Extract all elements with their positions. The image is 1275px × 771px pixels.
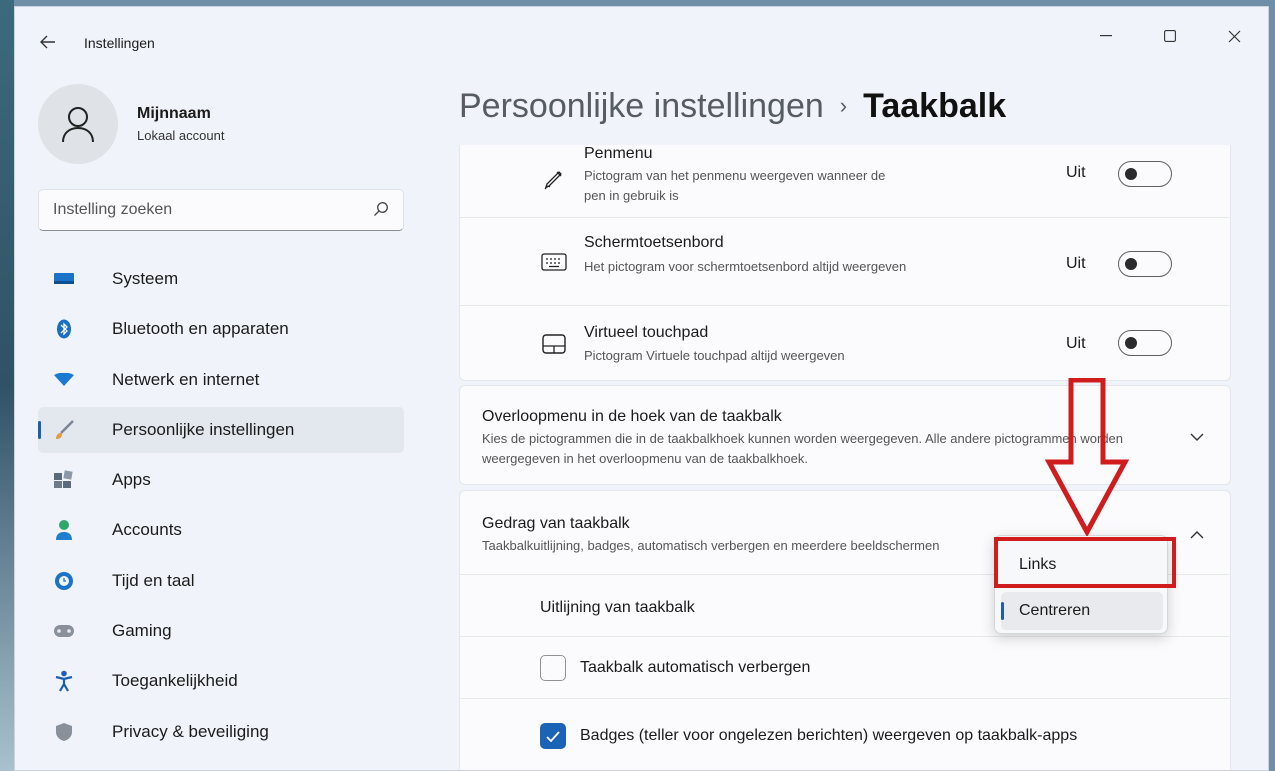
sidebar-item-label: Gaming [112, 621, 172, 641]
breadcrumb: Persoonlijke instellingen › Taakbalk [459, 87, 1006, 126]
sidebar-item-label: Privacy & beveiliging [112, 721, 269, 741]
bluetooth-icon [53, 318, 75, 340]
sidebar-item-gaming[interactable]: Gaming [38, 608, 404, 654]
virtueel-touchpad-toggle[interactable] [1118, 330, 1172, 356]
sidebar-item-label: Systeem [112, 269, 179, 288]
sidebar-item-systeem[interactable]: Systeem [38, 256, 404, 302]
sidebar-item-persoonlijke-instellingen[interactable]: Persoonlijke instellingen [38, 406, 404, 453]
breadcrumb-separator: › [839, 93, 848, 118]
sidebar-item-label: Netwerk en internet [112, 369, 260, 389]
paintbrush-icon [53, 419, 75, 441]
search-box[interactable] [38, 189, 404, 231]
app-title: Instellingen [84, 35, 155, 51]
section-title: Overloopmenu in de hoek van de taakbalk [482, 408, 782, 425]
minimize-button[interactable] [1086, 21, 1126, 51]
checkmark-icon [546, 730, 560, 742]
chevron-down-icon[interactable] [1188, 428, 1206, 446]
badges-checkbox[interactable] [540, 723, 566, 749]
keyboard-icon [540, 250, 568, 274]
selection-indicator [38, 420, 41, 439]
minimize-icon [1100, 35, 1112, 37]
settings-window: Instellingen Mijnnaam Lokaal account Sys… [14, 6, 1269, 771]
annotation-arrow-icon [1045, 378, 1129, 536]
row-title: Virtueel touchpad [584, 324, 709, 341]
maximize-icon [1164, 30, 1176, 42]
touchpad-icon [540, 332, 568, 356]
gamepad-icon [53, 620, 75, 642]
setting-row-penmenu: Penmenu Pictogram van het penmenu weerge… [459, 145, 1231, 217]
maximize-button[interactable] [1150, 21, 1190, 51]
row-description: Het pictogram voor schermtoetsenbord alt… [584, 259, 907, 274]
setting-row-virtueel-touchpad: Virtueel touchpad Pictogram Virtuele tou… [459, 305, 1231, 381]
clock-globe-icon [53, 570, 75, 592]
penmenu-toggle[interactable] [1118, 161, 1172, 187]
search-icon [374, 202, 388, 216]
row-description: Pictogram Virtuele touchpad altijd weerg… [584, 348, 845, 363]
badges-row: Badges (teller voor ongelezen berichten)… [460, 699, 1230, 770]
title-bar: Instellingen [15, 7, 1268, 73]
option-label: Centreren [1019, 602, 1091, 619]
annotation-highlight-box [994, 537, 1176, 588]
desktop-background [0, 0, 14, 771]
autohide-row: Taakbalk automatisch verbergen [460, 637, 1230, 699]
close-button[interactable] [1214, 21, 1254, 51]
shield-icon [53, 721, 75, 743]
autohide-checkbox[interactable] [540, 655, 566, 681]
apps-icon [53, 469, 75, 491]
pen-icon [540, 167, 568, 191]
sidebar-item-label: Toegankelijkheid [112, 671, 238, 691]
monitor-icon [53, 268, 75, 290]
toggle-state-label: Uit [1066, 335, 1086, 352]
sidebar-item-tijd-en-taal[interactable]: Tijd en taal [38, 558, 404, 604]
sidebar-item-toegankelijkheid[interactable]: Toegankelijkheid [38, 658, 404, 704]
sidebar-item-label: Apps [112, 470, 151, 490]
accessibility-icon [53, 670, 75, 692]
wifi-icon [53, 369, 75, 391]
user-icon [62, 107, 94, 143]
option-centreren[interactable]: Centreren [1001, 592, 1163, 630]
toggle-state-label: Uit [1066, 164, 1086, 181]
schermtoetsenbord-toggle[interactable] [1118, 251, 1172, 277]
avatar[interactable] [38, 84, 118, 164]
sidebar-item-accounts[interactable]: Accounts [38, 507, 404, 553]
search-input[interactable] [39, 190, 339, 230]
row-title: Penmenu [584, 145, 653, 162]
section-title: Gedrag van taakbalk [482, 515, 630, 532]
sidebar-nav: Systeem Bluetooth en apparaten Netwerk e… [38, 256, 404, 759]
autohide-label: Taakbalk automatisch verbergen [580, 659, 811, 676]
account-type: Lokaal account [137, 128, 225, 143]
sidebar-item-bluetooth[interactable]: Bluetooth en apparaten [38, 306, 404, 352]
sidebar-item-label: Persoonlijke instellingen [112, 419, 295, 439]
row-title: Schermtoetsenbord [584, 234, 724, 251]
close-icon [1228, 30, 1240, 42]
breadcrumb-parent[interactable]: Persoonlijke instellingen [459, 87, 824, 125]
page-title: Taakbalk [863, 87, 1007, 125]
sidebar-item-privacy[interactable]: Privacy & beveiliging [38, 709, 404, 755]
badges-label: Badges (teller voor ongelezen berichten)… [580, 727, 1078, 744]
back-button[interactable] [35, 29, 61, 55]
sidebar-item-netwerk[interactable]: Netwerk en internet [38, 357, 404, 403]
alignment-label: Uitlijning van taakbalk [540, 599, 695, 616]
chevron-up-icon[interactable] [1188, 526, 1206, 544]
row-description: Pictogram van het penmenu weergeven wann… [584, 168, 886, 203]
sidebar-item-label: Bluetooth en apparaten [112, 319, 289, 339]
section-description: Taakbalkuitlijning, badges, automatisch … [482, 538, 940, 553]
person-icon [53, 519, 75, 541]
sidebar-item-label: Accounts [112, 520, 182, 540]
back-arrow-icon [40, 35, 55, 49]
selection-indicator [1001, 602, 1004, 620]
toggle-state-label: Uit [1066, 255, 1086, 272]
setting-row-schermtoetsenbord: Schermtoetsenbord Het pictogram voor sch… [459, 217, 1231, 305]
sidebar-item-apps[interactable]: Apps [38, 457, 404, 503]
sidebar-item-label: Tijd en taal [112, 570, 195, 590]
user-name: Mijnnaam [137, 105, 211, 122]
